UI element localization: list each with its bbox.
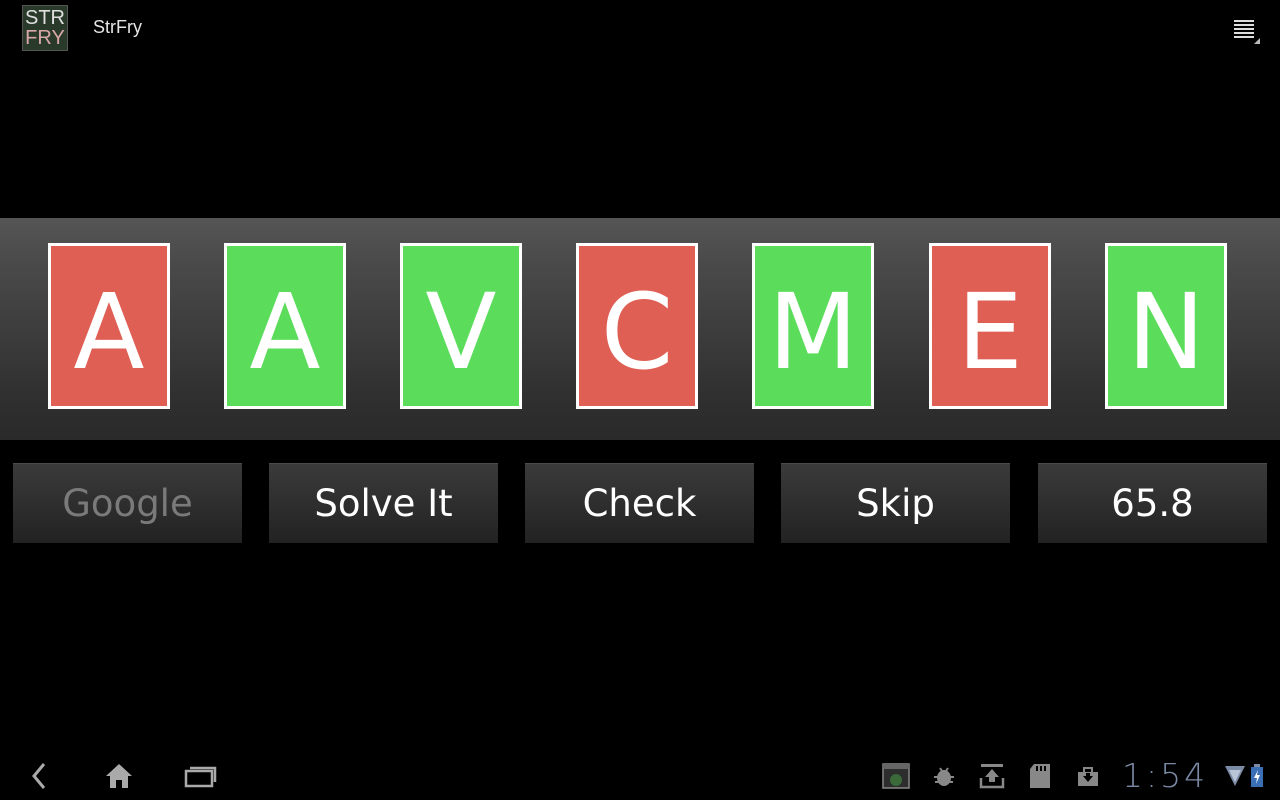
tile-letter: V bbox=[425, 271, 497, 393]
score-display: 65.8 bbox=[1038, 463, 1267, 543]
clock-time[interactable]: 1:54 bbox=[1122, 756, 1208, 795]
app-logo-line2: FRY bbox=[25, 27, 65, 49]
tile-letter: C bbox=[600, 271, 674, 393]
app-screen: STR FRY StrFry A A V C M E N Google Solv… bbox=[0, 0, 1280, 800]
battery-charging-icon[interactable] bbox=[1250, 764, 1264, 788]
solve-it-button[interactable]: Solve It bbox=[269, 463, 498, 543]
letter-tile-5[interactable]: M bbox=[752, 243, 874, 409]
app-title: StrFry bbox=[93, 17, 142, 37]
tile-letter: A bbox=[249, 271, 321, 393]
letter-tile-2[interactable]: A bbox=[224, 243, 346, 409]
letter-tile-band: A A V C M E N bbox=[0, 218, 1280, 440]
action-bar: STR FRY StrFry bbox=[0, 0, 1280, 56]
letter-tile-3[interactable]: V bbox=[400, 243, 522, 409]
usb-debugging-icon[interactable] bbox=[932, 764, 956, 788]
download-icon[interactable] bbox=[1076, 764, 1100, 788]
app-logo[interactable]: STR FRY bbox=[22, 5, 68, 51]
letter-tile-1[interactable]: A bbox=[48, 243, 170, 409]
back-icon[interactable] bbox=[28, 762, 50, 790]
check-button[interactable]: Check bbox=[525, 463, 754, 543]
tile-letter: A bbox=[73, 271, 145, 393]
letter-tile-7[interactable]: N bbox=[1105, 243, 1227, 409]
google-button[interactable]: Google bbox=[13, 463, 242, 543]
overflow-menu-icon[interactable] bbox=[1232, 16, 1260, 44]
app-logo-line1: STR bbox=[25, 7, 65, 29]
tile-letter: N bbox=[1127, 271, 1205, 393]
tile-letter: M bbox=[768, 271, 858, 393]
skip-button[interactable]: Skip bbox=[781, 463, 1010, 543]
letter-tile-4[interactable]: C bbox=[576, 243, 698, 409]
letter-tile-6[interactable]: E bbox=[929, 243, 1051, 409]
tile-letter: E bbox=[957, 271, 1023, 393]
wifi-icon[interactable] bbox=[1224, 764, 1246, 788]
home-icon[interactable] bbox=[104, 762, 134, 790]
screenshot-notification-icon[interactable] bbox=[882, 762, 910, 790]
sd-card-icon[interactable] bbox=[1028, 762, 1052, 790]
upload-notification-icon[interactable] bbox=[978, 762, 1006, 790]
recent-apps-icon[interactable] bbox=[184, 764, 218, 788]
